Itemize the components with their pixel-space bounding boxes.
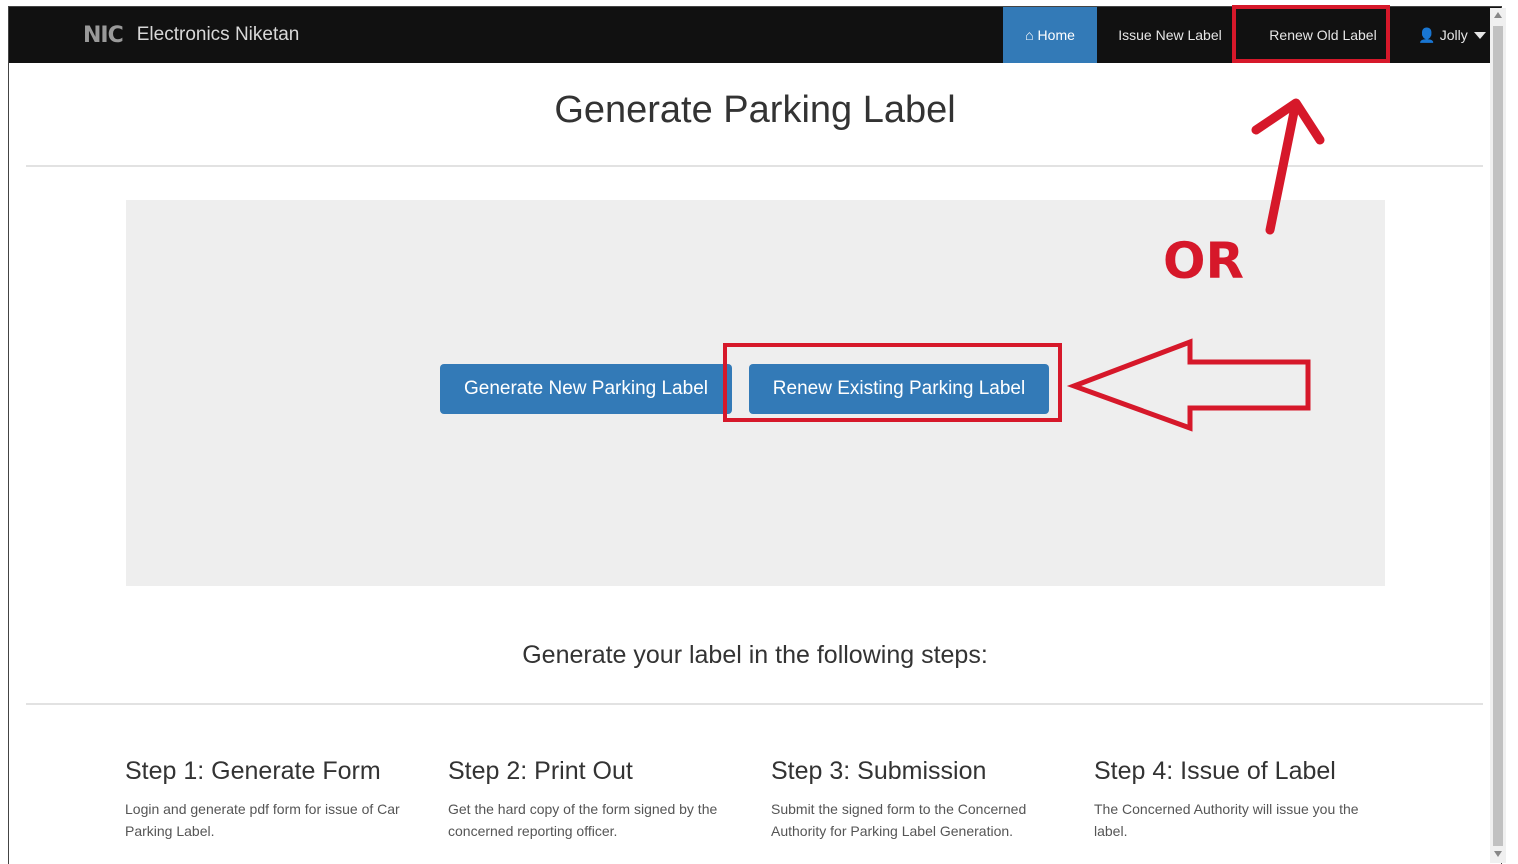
- up-arrow-icon: [1251, 98, 1325, 235]
- annotation-arrows: [1066, 98, 1325, 432]
- left-arrow-icon: [1066, 338, 1311, 432]
